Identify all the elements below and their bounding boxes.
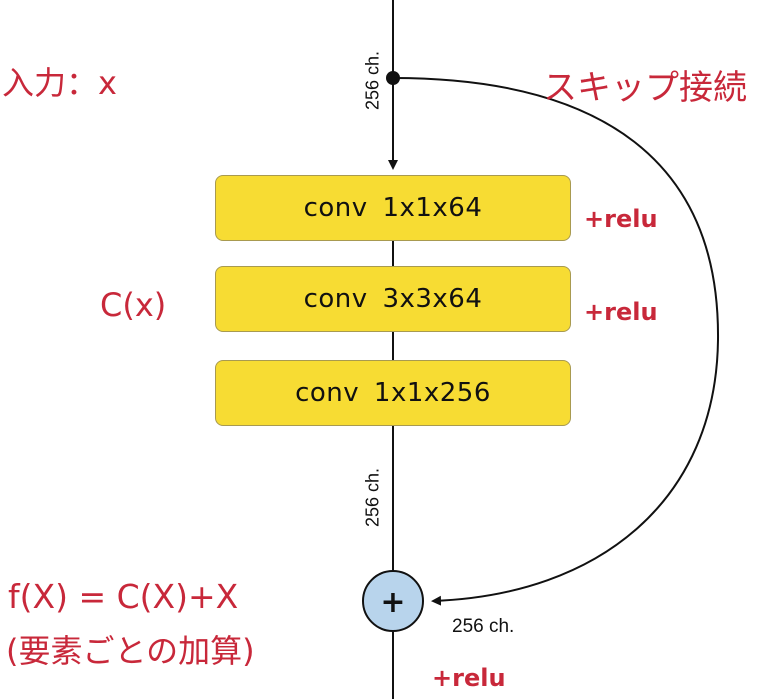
formula-line-1: f(X) = C(X)+X xyxy=(8,577,239,616)
formula-line-2: (要素ごとの加算) xyxy=(6,632,255,670)
cx-label: C(x) xyxy=(100,286,167,324)
conv-block-3: conv 1x1x256 xyxy=(215,360,571,426)
channel-label-middle: 256 ch. xyxy=(362,467,383,528)
plus-icon: + xyxy=(380,585,405,620)
conv-block-2-label: conv 3x3x64 xyxy=(303,284,483,314)
channel-label-skip: 256 ch. xyxy=(452,616,515,637)
conv-block-1-label: conv 1x1x64 xyxy=(303,193,483,223)
conv-block-2: conv 3x3x64 xyxy=(215,266,571,332)
skip-connection-label: スキップ接続 xyxy=(543,68,747,108)
relu-label-2: +relu xyxy=(584,298,658,326)
input-label: 入力：x xyxy=(2,64,117,102)
relu-label-output: +relu xyxy=(432,664,506,692)
skip-connection-curve xyxy=(392,77,720,606)
channel-label-top: 256 ch. xyxy=(362,50,383,111)
relu-label-1: +relu xyxy=(584,205,658,233)
conv-block-3-label: conv 1x1x256 xyxy=(295,378,491,408)
conv-block-1: conv 1x1x64 xyxy=(215,175,571,241)
